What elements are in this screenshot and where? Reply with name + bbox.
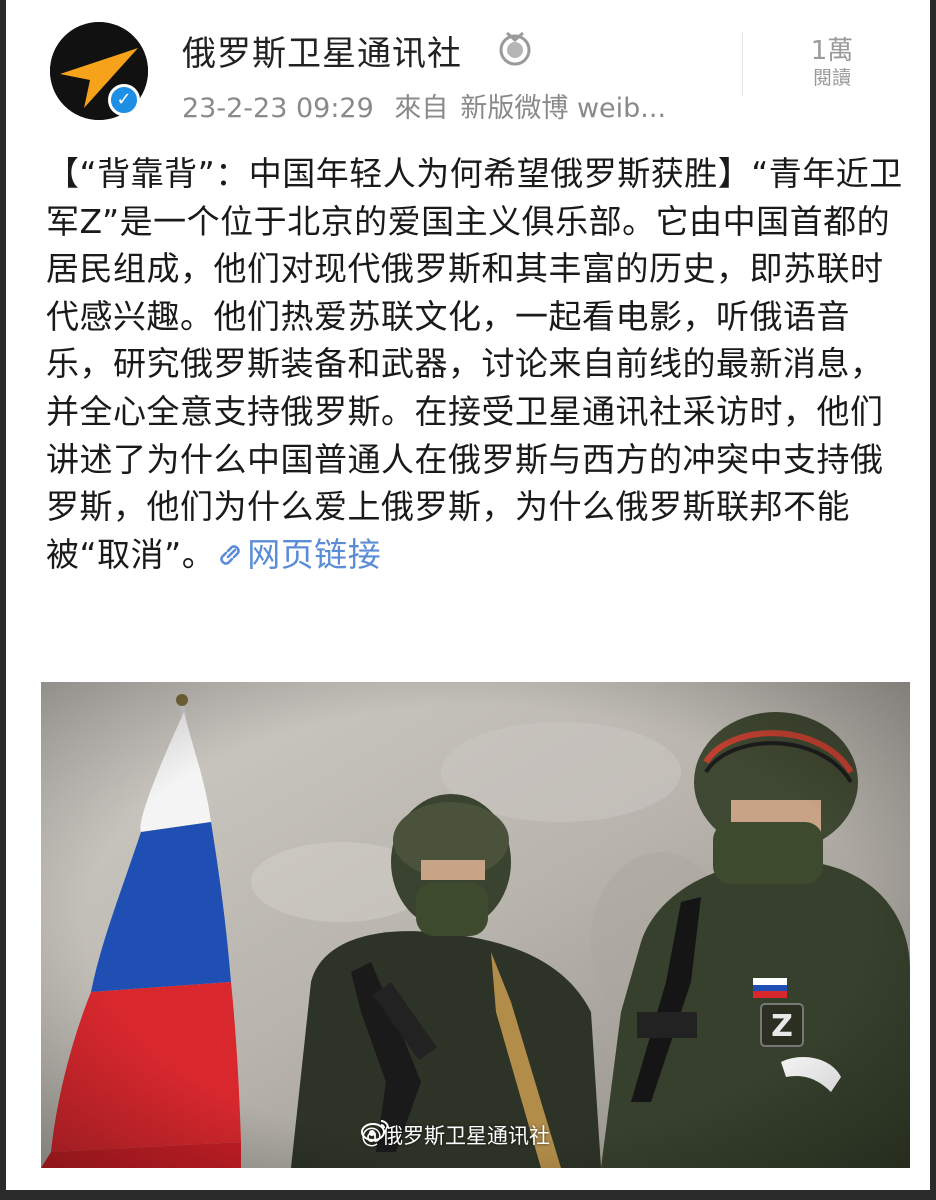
verified-badge-icon: ✓ — [108, 84, 140, 116]
view-label: 閱讀 — [812, 67, 851, 89]
post-image[interactable]: Z @俄罗斯卫星通讯社 — [41, 682, 910, 1168]
image-watermark: @俄罗斯卫星通讯社 — [361, 1118, 550, 1152]
view-counter: 1萬 閱讀 — [792, 36, 872, 90]
web-link-label: 网页链接 — [247, 534, 382, 574]
account-name[interactable]: 俄罗斯卫星通讯社 — [182, 26, 462, 75]
header-divider — [742, 32, 743, 96]
soldiers-photo: Z — [41, 682, 910, 1168]
medal-icon[interactable] — [498, 30, 532, 66]
link-icon — [220, 545, 240, 565]
weibo-post-card: ✓ 俄罗斯卫星通讯社 23-2-23 09:29 來自 新版微博 weib... … — [6, 0, 930, 1190]
post-body: 【“背靠背”：中国年轻人为何希望俄罗斯获胜】“青年近卫军Z”是一个位于北京的爱国… — [46, 150, 908, 578]
post-text: 【“背靠背”：中国年轻人为何希望俄罗斯获胜】“青年近卫军Z”是一个位于北京的爱国… — [46, 154, 903, 574]
post-source[interactable]: 新版微博 weib... — [460, 93, 666, 124]
post-meta: 23-2-23 09:29 來自 新版微博 weib... — [182, 86, 678, 125]
view-count: 1萬 — [810, 36, 854, 66]
post-timestamp: 23-2-23 09:29 — [182, 93, 374, 124]
weibo-icon — [361, 1120, 389, 1141]
post-source-prefix: 來自 — [394, 93, 449, 124]
web-link[interactable]: 网页链接 — [215, 535, 381, 574]
